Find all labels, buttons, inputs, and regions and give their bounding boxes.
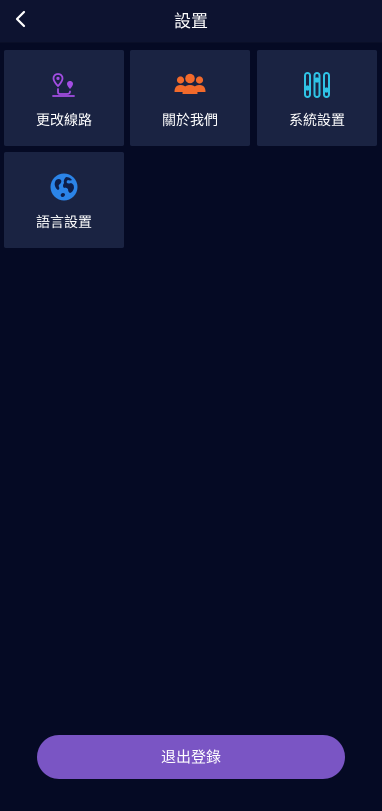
users-group-icon [130, 70, 250, 100]
logout-button[interactable]: 退出登錄 [37, 735, 345, 779]
page-title: 設置 [174, 12, 208, 32]
tile-label: 更改線路 [36, 113, 92, 129]
globe-icon [4, 172, 124, 202]
settings-page: 設置 更改線路 關於我們 系統設置 語言設置 退出登錄 [0, 0, 382, 811]
change-route-tile[interactable]: 更改線路 [4, 50, 124, 146]
tile-label: 系統設置 [289, 113, 345, 129]
route-pin-icon [4, 70, 124, 100]
sliders-icon [257, 70, 377, 100]
language-settings-tile[interactable]: 語言設置 [4, 152, 124, 248]
tile-label: 語言設置 [36, 215, 92, 231]
header-bar: 設置 [0, 0, 382, 43]
system-settings-tile[interactable]: 系統設置 [257, 50, 377, 146]
tile-label: 關於我們 [162, 113, 218, 129]
about-us-tile[interactable]: 關於我們 [130, 50, 250, 146]
